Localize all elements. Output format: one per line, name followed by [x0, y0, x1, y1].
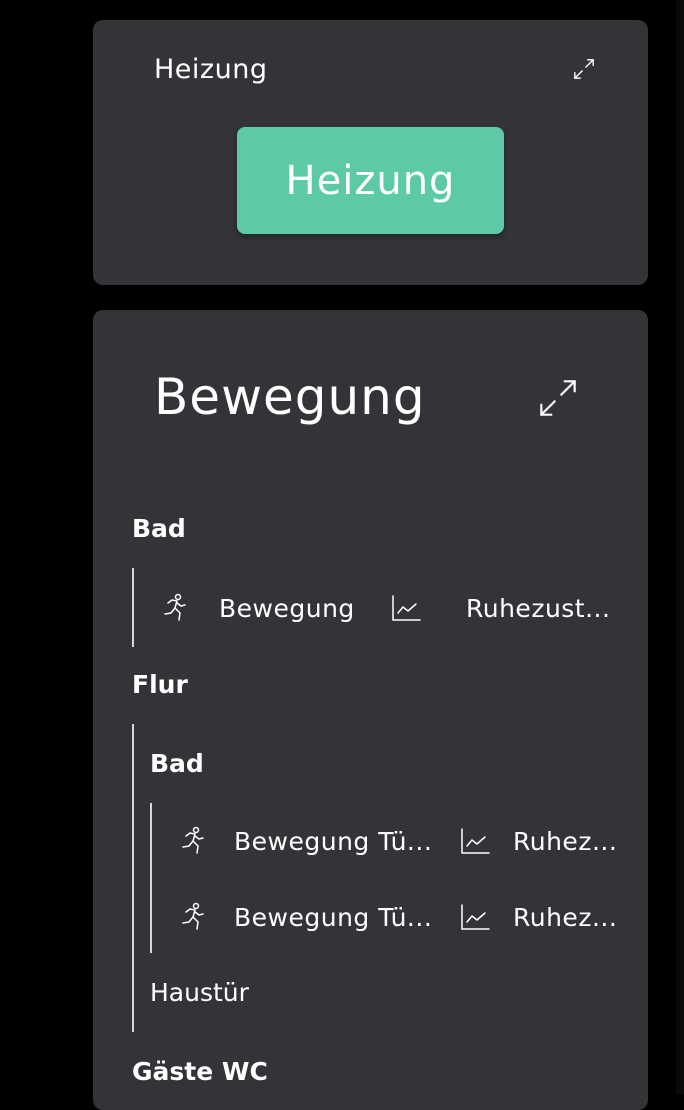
line-chart-icon[interactable]	[460, 826, 490, 856]
list-item-flur-bewegung-2[interactable]: Bewegung Tü... Ruhez...	[177, 897, 637, 937]
subgroup-label-bad: Bad	[150, 749, 204, 778]
subgroup-label-haustuer: Haustür	[150, 978, 249, 1007]
line-chart-icon[interactable]	[391, 593, 421, 623]
window-edge	[676, 0, 684, 1094]
group-indent-line	[132, 724, 134, 1032]
list-item-label: Bewegung Tü...	[234, 902, 433, 932]
subgroup-indent-line	[150, 803, 152, 953]
group-label-bad: Bad	[132, 514, 186, 543]
list-item-bad-bewegung[interactable]: Bewegung Ruhezust...	[159, 588, 629, 628]
group-label-gaeste-wc: Gäste WC	[132, 1057, 268, 1086]
heizung-card: Heizung Heizung	[93, 20, 648, 285]
expand-icon[interactable]	[573, 58, 595, 80]
line-chart-icon[interactable]	[460, 902, 490, 932]
group-indent-line	[132, 568, 134, 647]
running-person-icon	[182, 902, 204, 930]
heizung-card-title: Heizung	[154, 54, 268, 85]
list-item-state: Ruhezust...	[466, 593, 611, 623]
heizung-button[interactable]: Heizung	[237, 127, 504, 234]
list-item-label: Bewegung	[219, 593, 355, 623]
group-label-flur: Flur	[132, 670, 188, 699]
bewegung-card: Bewegung Bad Bewegung Ruhezust... Flur B…	[93, 310, 648, 1110]
list-item-state: Ruhez...	[513, 826, 618, 856]
running-person-icon	[182, 826, 204, 854]
running-person-icon	[164, 593, 186, 621]
list-item-state: Ruhez...	[513, 902, 618, 932]
expand-icon[interactable]	[538, 378, 578, 418]
bewegung-card-title: Bewegung	[154, 368, 426, 426]
list-item-label: Bewegung Tü...	[234, 826, 433, 856]
list-item-flur-bewegung-1[interactable]: Bewegung Tü... Ruhez...	[177, 821, 637, 861]
